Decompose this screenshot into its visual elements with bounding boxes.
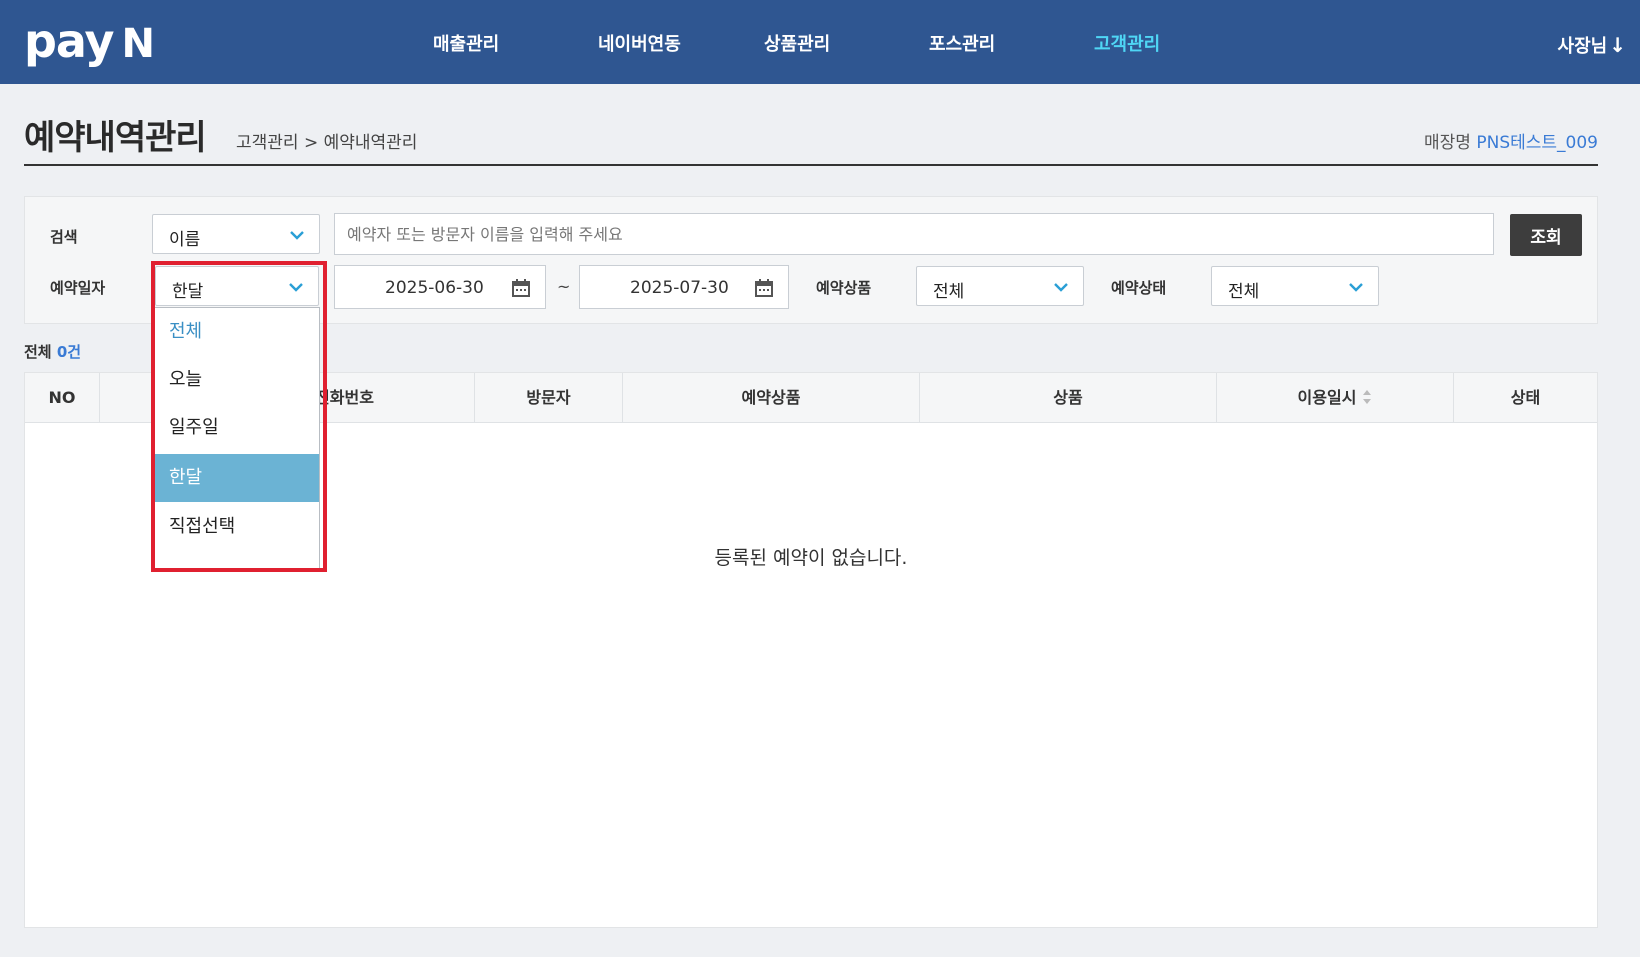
breadcrumb: 고객관리 > 예약내역관리 [236, 133, 418, 153]
sort-icon[interactable] [1362, 388, 1372, 406]
col-reserved-product: 예약상품 [623, 373, 920, 422]
nav-customers[interactable]: 고객관리 [1094, 30, 1160, 56]
user-name: 사장님 [1557, 36, 1608, 57]
top-nav-bar: pay N 매출관리 네이버연동 상품관리 포스관리 고객관리 사장님 ↓ [0, 0, 1640, 84]
col-no: NO [25, 373, 100, 422]
search-label: 검색 [50, 228, 78, 246]
arrow-down-icon: ↓ [1609, 33, 1626, 57]
col-use-datetime-label: 이용일시 [1297, 388, 1357, 407]
date-separator: ~ [557, 277, 571, 296]
col-visitor: 방문자 [475, 373, 623, 422]
date-from-value: 2025-06-30 [385, 278, 484, 298]
store-label: 매장명 [1424, 133, 1471, 153]
store-name: PNS테스트_009 [1476, 133, 1598, 153]
calendar-icon[interactable] [511, 278, 531, 298]
search-button[interactable]: 조회 [1510, 214, 1582, 256]
search-type-select[interactable]: 이름 [152, 214, 320, 254]
nav-naver[interactable]: 네이버연동 [598, 30, 681, 56]
status-value: 전체 [1228, 282, 1260, 302]
total-count-value: 0건 [56, 343, 82, 361]
user-menu[interactable]: 사장님 ↓ [1558, 32, 1626, 58]
nav-sales[interactable]: 매출관리 [433, 30, 499, 56]
date-to-value: 2025-07-30 [630, 278, 729, 298]
header-divider [24, 164, 1598, 166]
chevron-down-icon [1054, 283, 1068, 292]
calendar-icon[interactable] [754, 278, 774, 298]
product-value: 전체 [933, 282, 965, 302]
col-use-datetime[interactable]: 이용일시 [1217, 373, 1454, 422]
date-from-field[interactable]: 2025-06-30 [334, 265, 546, 309]
total-label: 전체 [24, 343, 52, 361]
total-count: 전체 0건 [24, 341, 81, 362]
date-to-field[interactable]: 2025-07-30 [579, 265, 789, 309]
nav-pos[interactable]: 포스관리 [929, 30, 995, 56]
product-select[interactable]: 전체 [916, 266, 1084, 306]
store-info: 매장명 PNS테스트_009 [1424, 128, 1598, 153]
page-title: 예약내역관리 [24, 118, 207, 158]
status-select[interactable]: 전체 [1211, 266, 1379, 306]
date-label: 예약일자 [50, 279, 106, 297]
chevron-down-icon [1349, 283, 1363, 292]
annotation-highlight-box [151, 261, 327, 572]
search-type-value: 이름 [169, 230, 201, 250]
col-status: 상태 [1510, 388, 1541, 407]
payn-logo[interactable]: pay N [24, 12, 155, 73]
search-input[interactable] [335, 214, 1493, 254]
col-product: 상품 [920, 373, 1217, 422]
nav-products[interactable]: 상품관리 [764, 30, 830, 56]
chevron-down-icon [290, 231, 304, 240]
search-input-box [334, 213, 1494, 255]
product-label: 예약상품 [816, 279, 872, 297]
status-label: 예약상태 [1111, 279, 1167, 297]
